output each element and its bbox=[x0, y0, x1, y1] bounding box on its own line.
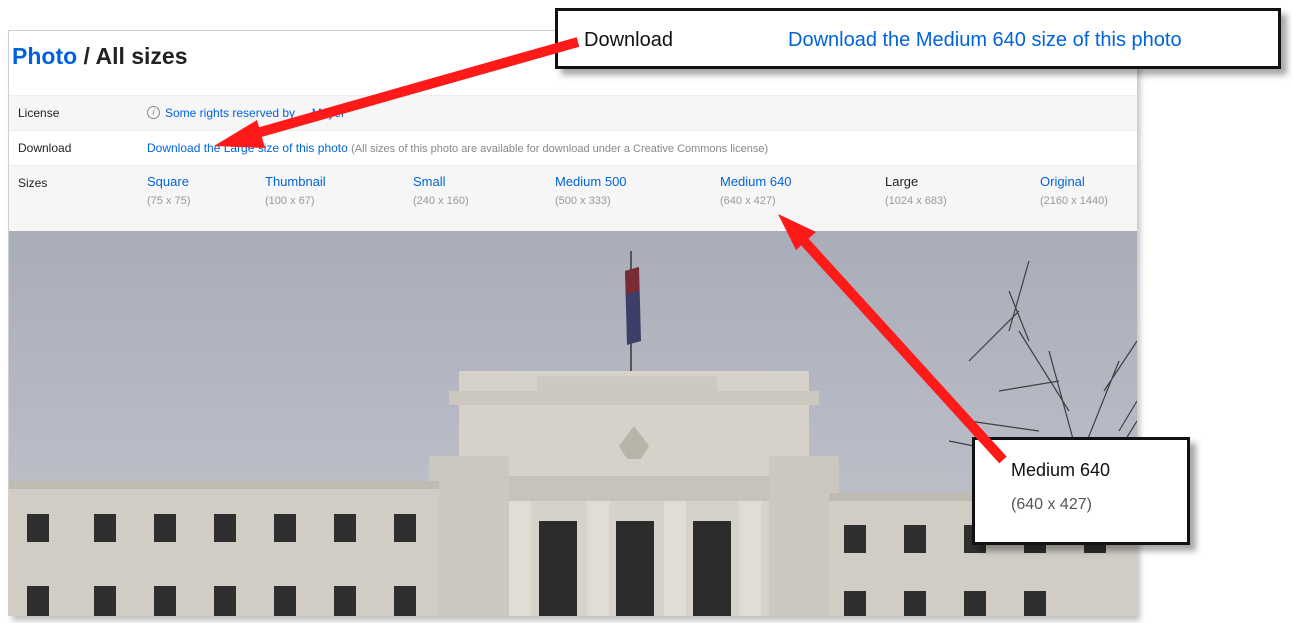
size-square[interactable]: Square (75 x 75) bbox=[147, 174, 190, 207]
size-name[interactable]: Medium 640 bbox=[720, 174, 792, 189]
size-dims: (500 x 333) bbox=[555, 195, 611, 207]
download-link[interactable]: Download the Large size of this photo bbox=[147, 141, 348, 155]
size-small[interactable]: Small (240 x 160) bbox=[413, 174, 469, 207]
photo-image bbox=[9, 231, 1137, 616]
license-link[interactable]: Some rights reserved by ... Mayer bbox=[165, 106, 345, 120]
size-original[interactable]: Original (2160 x 1440) bbox=[1040, 174, 1108, 207]
download-link-wrap: Download the Large size of this photo (A… bbox=[147, 141, 768, 155]
callout-size-dims: (640 x 427) bbox=[1011, 496, 1092, 513]
size-name: Large bbox=[885, 174, 919, 189]
meta-table: License i Some rights reserved by ... Ma… bbox=[9, 95, 1137, 233]
download-note: (All sizes of this photo are available f… bbox=[351, 143, 769, 155]
callout-download-label: Download bbox=[584, 29, 673, 51]
size-large-current: Large (1024 x 683) bbox=[885, 174, 947, 207]
size-medium-500[interactable]: Medium 500 (500 x 333) bbox=[555, 174, 627, 207]
size-name[interactable]: Original bbox=[1040, 174, 1108, 189]
download-row: Download Download the Large size of this… bbox=[9, 130, 1137, 165]
size-dims: (1024 x 683) bbox=[885, 195, 947, 207]
size-dims: (640 x 427) bbox=[720, 195, 776, 207]
size-name[interactable]: Medium 500 bbox=[555, 174, 627, 189]
size-dims: (240 x 160) bbox=[413, 195, 469, 207]
license-row: License i Some rights reserved by ... Ma… bbox=[9, 95, 1137, 130]
sizes-label: Sizes bbox=[18, 176, 48, 190]
callout-download-link[interactable]: Download the Medium 640 size of this pho… bbox=[788, 29, 1182, 52]
size-thumbnail[interactable]: Thumbnail (100 x 67) bbox=[265, 174, 326, 207]
size-name[interactable]: Small bbox=[413, 174, 469, 189]
download-callout: Download Download the Medium 640 size of… bbox=[555, 8, 1281, 69]
callout-size-name: Medium 640 bbox=[1011, 460, 1111, 480]
title-suffix: / All sizes bbox=[77, 43, 188, 69]
sizes-row: Sizes Square (75 x 75) Thumbnail (100 x … bbox=[9, 165, 1137, 233]
size-medium-640[interactable]: Medium 640 (640 x 427) bbox=[720, 174, 792, 207]
size-dims: (100 x 67) bbox=[265, 195, 315, 207]
size-dims: (2160 x 1440) bbox=[1040, 195, 1108, 207]
photo-title-link[interactable]: Photo bbox=[12, 43, 77, 69]
download-label: Download bbox=[18, 141, 72, 155]
info-icon: i bbox=[147, 106, 160, 119]
page-title: Photo / All sizes bbox=[12, 43, 188, 70]
size-dims: (75 x 75) bbox=[147, 195, 191, 207]
size-name[interactable]: Square bbox=[147, 174, 190, 189]
photo-sizes-page: Photo / All sizes License i Some rights … bbox=[8, 30, 1137, 616]
size-name[interactable]: Thumbnail bbox=[265, 174, 326, 189]
license-label: License bbox=[18, 106, 60, 120]
medium-640-callout: Medium 640 (640 x 427) bbox=[972, 437, 1190, 545]
